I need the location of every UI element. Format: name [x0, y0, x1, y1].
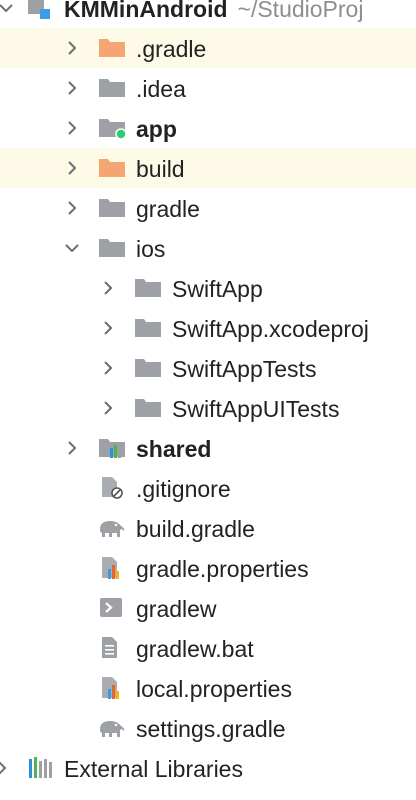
- chevron-right-icon[interactable]: [64, 118, 80, 138]
- tree-row-label: build.gradle: [136, 516, 255, 542]
- chevron-right-icon[interactable]: [0, 758, 10, 778]
- chevron-right-icon[interactable]: [100, 318, 116, 338]
- tree-row-swiftapp-xcodeproj[interactable]: SwiftApp.xcodeproj: [0, 308, 416, 348]
- module-folder-icon: [98, 117, 126, 139]
- chevron-right-icon[interactable]: [100, 398, 116, 418]
- tree-row-label: app: [136, 116, 177, 142]
- folder-icon: [134, 317, 162, 339]
- tree-row-label: shared: [136, 436, 212, 462]
- tree-row-root[interactable]: KMMinAndroid ~/StudioProj: [0, 0, 416, 28]
- tree-row-label: gradlew: [136, 596, 217, 622]
- tree-row-label: build: [136, 156, 185, 182]
- tree-row-label: SwiftAppTests: [172, 356, 317, 382]
- external-libraries-icon: [28, 757, 56, 779]
- tree-row-label: local.properties: [136, 676, 292, 702]
- folder-icon: [98, 197, 126, 219]
- tree-row-label: External Libraries: [64, 756, 243, 782]
- tree-row-label: settings.gradle: [136, 716, 286, 742]
- library-module-folder-icon: [98, 437, 126, 459]
- tree-row-shared[interactable]: shared: [0, 428, 416, 468]
- text-file-icon: [98, 637, 126, 659]
- tree-row-app[interactable]: app: [0, 108, 416, 148]
- tree-row-label: gradle: [136, 196, 200, 222]
- tree-row-gitignore[interactable]: .gitignore: [0, 468, 416, 508]
- chevron-right-icon[interactable]: [64, 78, 80, 98]
- tree-row-local-properties[interactable]: local.properties: [0, 668, 416, 708]
- root-project-name: KMMinAndroid: [64, 0, 228, 22]
- tree-row-settings-gradle[interactable]: settings.gradle: [0, 708, 416, 748]
- root-project-label: KMMinAndroid ~/StudioProj: [64, 0, 363, 22]
- tree-row-gradle[interactable]: .gradle: [0, 28, 416, 68]
- project-tree: KMMinAndroid ~/StudioProj .gradle .idea app…: [0, 0, 416, 800]
- excluded-folder-icon: [98, 37, 126, 59]
- tree-row-swiftappuitests[interactable]: SwiftAppUITests: [0, 388, 416, 428]
- chevron-right-icon[interactable]: [64, 198, 80, 218]
- properties-file-icon: [98, 557, 126, 579]
- tree-row-label: .gitignore: [136, 476, 231, 502]
- tree-row-build[interactable]: build: [0, 148, 416, 188]
- properties-file-icon: [98, 677, 126, 699]
- tree-row-gradle-properties[interactable]: gradle.properties: [0, 548, 416, 588]
- folder-icon: [98, 77, 126, 99]
- tree-row-label: .idea: [136, 76, 186, 102]
- gradle-elephant-icon: [98, 517, 126, 539]
- chevron-right-icon[interactable]: [64, 38, 80, 58]
- tree-row-external-libraries[interactable]: External Libraries: [0, 748, 416, 788]
- tree-row-build-gradle[interactable]: build.gradle: [0, 508, 416, 548]
- tree-row-gradlew-bat[interactable]: gradlew.bat: [0, 628, 416, 668]
- tree-row-swiftapp[interactable]: SwiftApp: [0, 268, 416, 308]
- tree-row-idea[interactable]: .idea: [0, 68, 416, 108]
- chevron-down-icon[interactable]: [64, 238, 80, 258]
- tree-row-label: gradlew.bat: [136, 636, 254, 662]
- chevron-right-icon[interactable]: [64, 438, 80, 458]
- chevron-right-icon[interactable]: [100, 278, 116, 298]
- folder-icon: [134, 397, 162, 419]
- ignored-file-icon: [98, 477, 126, 499]
- tree-row-ios[interactable]: ios: [0, 228, 416, 268]
- root-project-path: ~/StudioProj: [237, 0, 364, 22]
- chevron-right-icon[interactable]: [64, 158, 80, 178]
- chevron-down-icon[interactable]: [0, 0, 14, 18]
- shell-script-icon: [98, 597, 126, 619]
- tree-row-label: .gradle: [136, 36, 207, 62]
- tree-row-label: gradle.properties: [136, 556, 309, 582]
- folder-icon: [98, 237, 126, 259]
- tree-row-label: SwiftAppUITests: [172, 396, 340, 422]
- tree-row-label: SwiftApp: [172, 276, 263, 302]
- gradle-elephant-icon: [98, 717, 126, 739]
- tree-row-gradlew[interactable]: gradlew: [0, 588, 416, 628]
- chevron-right-icon[interactable]: [100, 358, 116, 378]
- folder-icon: [134, 357, 162, 379]
- tree-row-label: ios: [136, 236, 166, 262]
- excluded-folder-icon: [98, 157, 126, 179]
- tree-row-label: SwiftApp.xcodeproj: [172, 316, 369, 342]
- project-module-icon: [24, 0, 52, 19]
- tree-row-gradle[interactable]: gradle: [0, 188, 416, 228]
- folder-icon: [134, 277, 162, 299]
- tree-row-swiftapptests[interactable]: SwiftAppTests: [0, 348, 416, 388]
